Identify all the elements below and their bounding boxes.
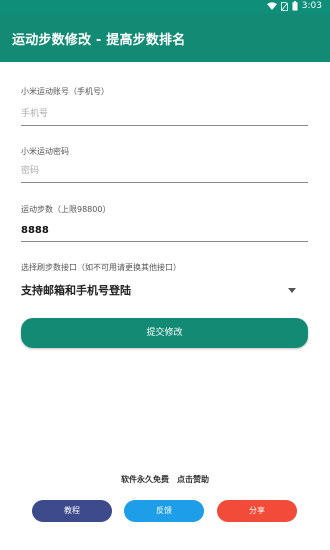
- sponsor-link[interactable]: 点击赞助: [177, 475, 209, 484]
- interface-select[interactable]: 支持邮箱和手机号登陆: [21, 278, 308, 300]
- feedback-button[interactable]: 反馈: [124, 500, 204, 522]
- interface-selected-value: 支持邮箱和手机号登陆: [21, 284, 131, 297]
- free-text: 软件永久免费: [121, 475, 169, 484]
- submit-button[interactable]: 提交修改: [21, 318, 308, 348]
- free-notice: 软件永久免费 点击赞助: [0, 474, 330, 485]
- password-input[interactable]: [21, 160, 308, 183]
- app-bar: 运动步数修改 - 提高步数排名: [0, 14, 330, 62]
- dropdown-arrow-icon: [288, 288, 296, 293]
- account-label: 小米运动账号（手机号）: [21, 87, 109, 96]
- clock: 3:03: [301, 1, 322, 11]
- page-title: 运动步数修改 - 提高步数排名: [12, 33, 186, 48]
- no-sim-icon: [280, 1, 288, 11]
- wifi-icon: [266, 1, 277, 10]
- account-phone-input[interactable]: [21, 103, 308, 126]
- interface-label: 选择刷步数接口（如不可用请更换其他接口）: [21, 263, 181, 272]
- battery-icon: [292, 1, 298, 11]
- password-label: 小米运动密码: [21, 147, 69, 156]
- steps-label: 运动步数（上限98800）: [21, 205, 111, 214]
- status-icons: 3:03: [266, 1, 322, 11]
- tutorial-button[interactable]: 教程: [32, 500, 112, 522]
- steps-input[interactable]: [21, 219, 308, 242]
- status-bar: 3:03: [0, 0, 330, 14]
- share-button[interactable]: 分享: [217, 500, 297, 522]
